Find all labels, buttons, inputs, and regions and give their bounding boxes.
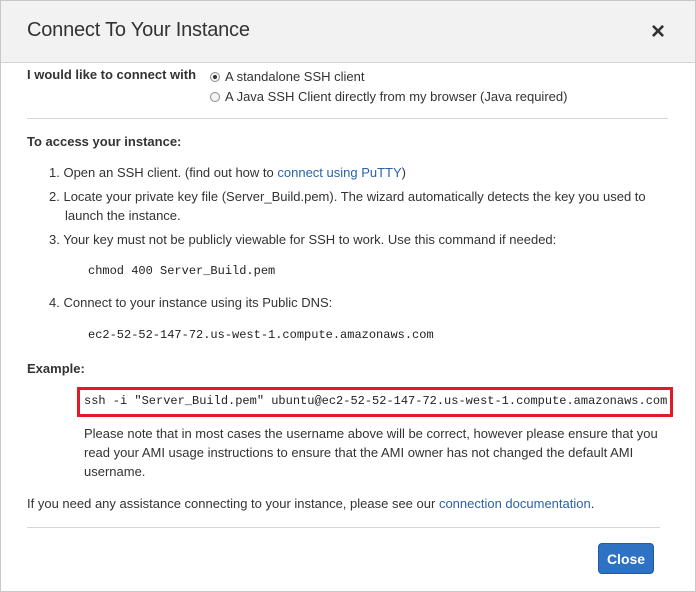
step-4: 4. Connect to your instance using its Pu…	[49, 295, 332, 310]
divider	[27, 118, 668, 119]
username-note: Please note that in most cases the usern…	[84, 426, 658, 479]
step-number: 2.	[49, 189, 60, 204]
radio-java-ssh[interactable]: A Java SSH Client directly from my brows…	[210, 89, 567, 104]
step-2-line1: Locate your private key file (Server_Bui…	[63, 189, 646, 204]
step-1: 1. Open an SSH client. (find out how to …	[49, 165, 406, 180]
radio-java-ssh-label: A Java SSH Client directly from my brows…	[225, 89, 568, 104]
assistance-label: If you need any assistance connecting to…	[27, 496, 439, 511]
ssh-command: ssh -i "Server_Build.pem" ubuntu@ec2-52-…	[84, 394, 668, 408]
public-dns: ec2-52-52-147-72.us-west-1.compute.amazo…	[88, 328, 434, 342]
radio-unselected-icon[interactable]	[210, 92, 220, 102]
step-1-suffix: )	[401, 165, 407, 180]
step-number: 4.	[49, 295, 60, 310]
access-heading: To access your instance:	[27, 134, 182, 149]
radio-selected-icon[interactable]	[210, 72, 220, 82]
connect-using-putty-link[interactable]: connect using PuTTY	[277, 165, 401, 180]
dialog-title: Connect To Your Instance	[27, 19, 250, 41]
step-3: 3. Your key must not be publicly viewabl…	[49, 232, 556, 247]
step-number: 3.	[49, 232, 60, 247]
footer-divider	[27, 527, 660, 528]
connection-documentation-link[interactable]: connection documentation	[439, 496, 591, 511]
step-4-text: Connect to your instance using its Publi…	[63, 295, 333, 310]
ssh-command-box: ssh -i "Server_Build.pem" ubuntu@ec2-52-…	[77, 387, 673, 417]
example-heading: Example:	[27, 361, 85, 376]
step-3-text: Your key must not be publicly viewable f…	[63, 232, 557, 247]
radio-standalone-ssh[interactable]: A standalone SSH client	[210, 69, 364, 84]
close-icon[interactable]: ×	[645, 19, 671, 45]
connect-with-label: I would like to connect with	[27, 67, 197, 82]
close-button[interactable]: Close	[598, 543, 654, 574]
assistance-suffix: .	[590, 496, 595, 511]
step-2-line2: launch the instance.	[65, 208, 181, 223]
radio-standalone-ssh-label: A standalone SSH client	[225, 69, 365, 84]
step-1-text: Open an SSH client. (find out how to	[63, 165, 278, 180]
step-number: 1.	[49, 165, 60, 180]
dialog-header: Connect To Your Instance ×	[1, 1, 695, 63]
connect-dialog: Connect To Your Instance × I would like …	[0, 0, 696, 592]
step-2: 2. Locate your private key file (Server_…	[49, 189, 646, 204]
assistance-text: If you need any assistance connecting to…	[27, 496, 594, 511]
chmod-command: chmod 400 Server_Build.pem	[88, 264, 276, 278]
